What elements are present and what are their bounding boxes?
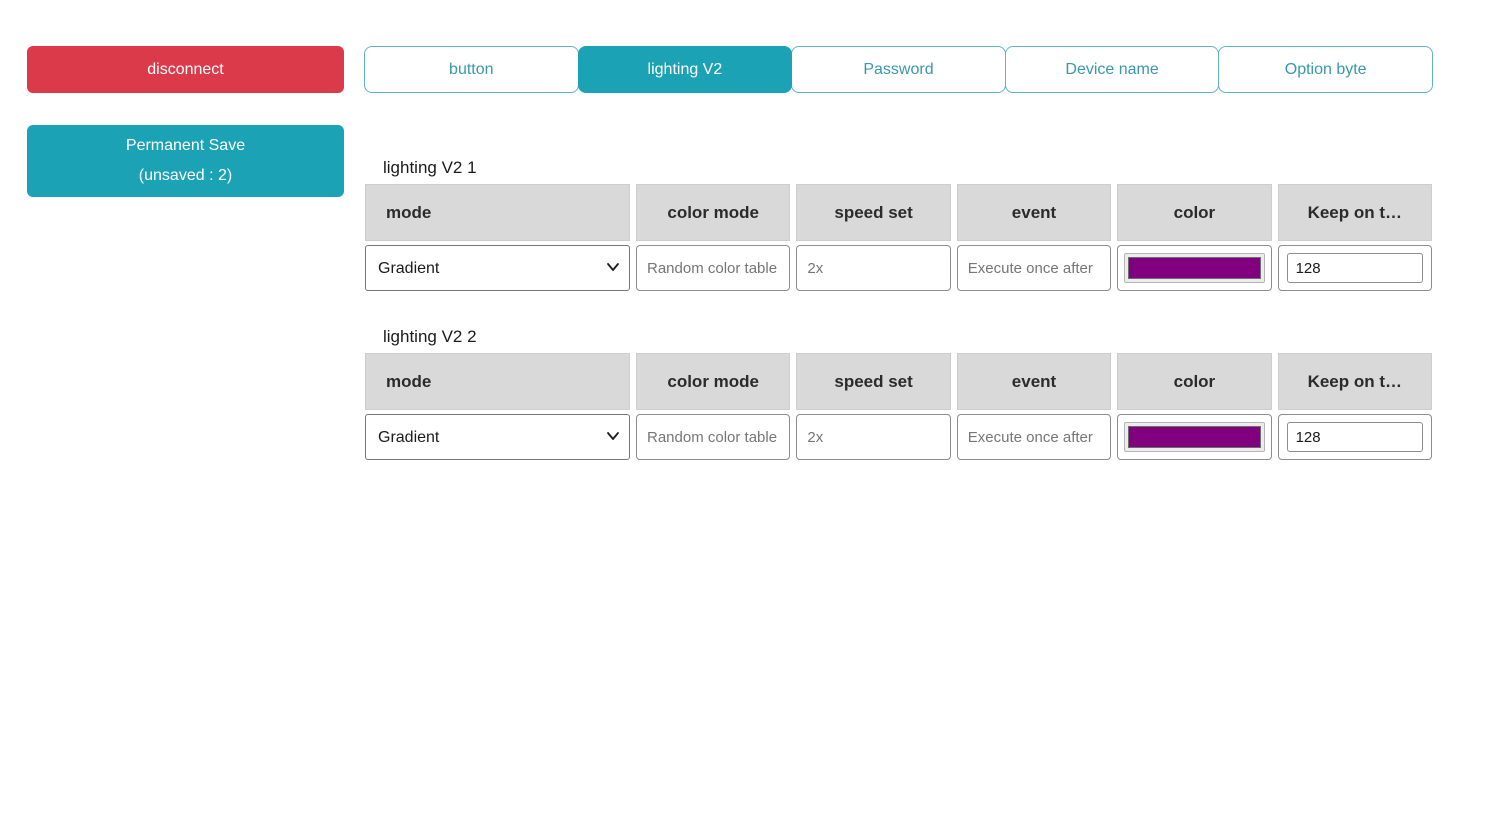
color-mode-input[interactable] <box>636 414 791 460</box>
color-cell <box>1117 245 1272 291</box>
color-picker[interactable] <box>1124 253 1265 283</box>
disconnect-button[interactable]: disconnect <box>27 46 344 93</box>
color-mode-input[interactable] <box>636 245 791 291</box>
tab-lighting-v2-label: lighting V2 <box>647 60 723 78</box>
column-header-mode: mode <box>365 353 630 410</box>
mode-select[interactable]: Gradient <box>365 245 630 291</box>
table-row: Gradient <box>365 414 1432 460</box>
lighting-v2-1-section: lighting V2 1 mode color mode speed set … <box>365 156 1432 291</box>
column-header-speed-set: speed set <box>796 353 951 410</box>
mode-select-wrap: Gradient <box>365 414 630 460</box>
column-header-keep-on: Keep on t… <box>1277 184 1432 241</box>
color-swatch <box>1128 257 1261 279</box>
tab-password-label: Password <box>863 60 934 78</box>
column-header-color: color <box>1117 184 1272 241</box>
tab-option-byte[interactable]: Option byte <box>1218 46 1433 93</box>
column-header-speed-set: speed set <box>796 184 951 241</box>
mode-select-wrap: Gradient <box>365 245 630 291</box>
column-header-color: color <box>1117 353 1272 410</box>
lighting-v2-2-section: lighting V2 2 mode color mode speed set … <box>365 325 1432 460</box>
tab-lighting-v2[interactable]: lighting V2 <box>577 46 793 93</box>
tab-device-name-label: Device name <box>1065 60 1159 78</box>
column-header-keep-on: Keep on t… <box>1277 353 1432 410</box>
column-header-color-mode: color mode <box>636 353 791 410</box>
column-header-event: event <box>956 353 1112 410</box>
permanent-save-label-line2: (unsaved : 2) <box>138 167 233 184</box>
color-picker[interactable] <box>1124 422 1265 452</box>
event-input[interactable] <box>956 414 1112 460</box>
tab-bar: button lighting V2 Password Device name … <box>364 46 1433 93</box>
tab-button[interactable]: button <box>364 46 579 93</box>
color-cell <box>1117 414 1272 460</box>
keep-on-cell <box>1277 414 1432 460</box>
column-header-color-mode: color mode <box>636 184 791 241</box>
permanent-save-button[interactable]: Permanent Save (unsaved : 2) <box>27 125 344 197</box>
keep-on-time-input[interactable] <box>1286 253 1423 283</box>
tab-option-byte-label: Option byte <box>1284 60 1367 78</box>
permanent-save-label-line1: Permanent Save <box>125 137 246 155</box>
tab-device-name[interactable]: Device name <box>1004 46 1220 93</box>
event-input[interactable] <box>956 245 1112 291</box>
section-title: lighting V2 1 <box>383 158 477 177</box>
table-row: Gradient <box>365 245 1432 291</box>
mode-select[interactable]: Gradient <box>365 414 630 460</box>
table-header-row: mode color mode speed set event color Ke… <box>365 353 1432 410</box>
keep-on-time-input[interactable] <box>1286 422 1423 452</box>
column-header-event: event <box>956 184 1112 241</box>
tab-password[interactable]: Password <box>791 46 1006 93</box>
tab-button-label: button <box>449 60 494 78</box>
speed-set-input[interactable] <box>796 414 951 460</box>
keep-on-cell <box>1277 245 1432 291</box>
color-swatch <box>1128 426 1261 448</box>
disconnect-button-label: disconnect <box>147 60 224 78</box>
column-header-mode: mode <box>365 184 630 241</box>
speed-set-input[interactable] <box>796 245 951 291</box>
table-header-row: mode color mode speed set event color Ke… <box>365 184 1432 241</box>
section-title: lighting V2 2 <box>383 327 477 346</box>
